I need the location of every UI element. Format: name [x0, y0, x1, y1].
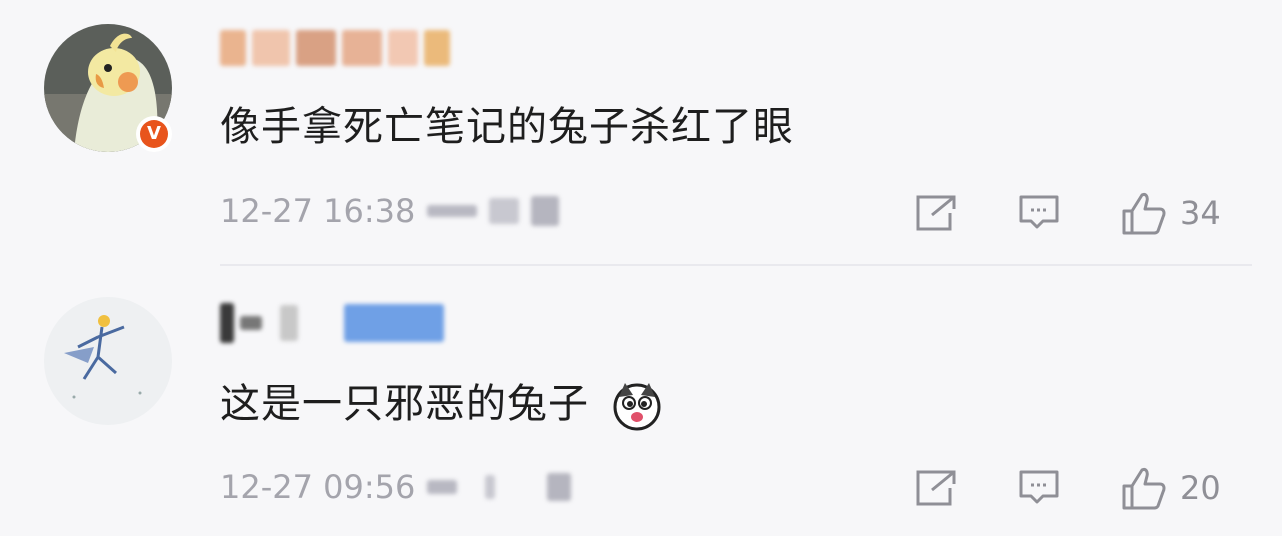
comment-bubble-icon — [1019, 195, 1059, 229]
location-blurred — [485, 475, 496, 499]
comment-text-content: 这是一只邪恶的兔子 — [220, 381, 589, 427]
thumbs-up-icon — [1122, 193, 1166, 235]
location-blurred — [547, 473, 572, 501]
reply-button[interactable] — [1017, 188, 1061, 238]
like-button[interactable]: 20 — [1120, 463, 1221, 513]
username-blurred[interactable] — [220, 301, 444, 345]
comment-bubble-icon — [1019, 470, 1059, 504]
location-blurred — [531, 196, 560, 226]
thumbs-up-icon — [1122, 468, 1166, 510]
location-blurred — [489, 198, 520, 224]
comment-actions: 34 — [862, 188, 1282, 238]
like-button[interactable]: 34 — [1120, 188, 1221, 238]
comment-text: 这是一只邪恶的兔子 — [220, 371, 663, 431]
share-button[interactable] — [914, 188, 958, 238]
comment-meta: 12-27 16:38 — [220, 192, 560, 230]
like-count: 34 — [1180, 194, 1221, 232]
comment-time: 12-27 16:38 — [220, 192, 416, 230]
location-blurred — [427, 480, 458, 494]
husky-face-emoji-icon — [613, 383, 661, 431]
username-blurred[interactable] — [220, 26, 450, 70]
user-avatar[interactable] — [44, 297, 172, 425]
comment-actions: 20 — [862, 463, 1282, 513]
comment-time: 12-27 09:56 — [220, 468, 416, 506]
share-arrow-icon — [916, 195, 956, 231]
sketch-figure-avatar-icon — [44, 297, 172, 425]
location-blurred — [427, 205, 478, 217]
verified-badge: V — [136, 116, 172, 152]
comment-text: 像手拿死亡笔记的兔子杀红了眼 — [220, 104, 794, 150]
reply-button[interactable] — [1017, 463, 1061, 513]
comment-item: 这是一只邪恶的兔子 12-27 09:56 20 — [0, 265, 1282, 536]
share-arrow-icon — [916, 470, 956, 506]
comment-meta: 12-27 09:56 — [220, 468, 572, 506]
like-count: 20 — [1180, 469, 1221, 507]
share-button[interactable] — [914, 463, 958, 513]
comment-item: V 像手拿死亡笔记的兔子杀红了眼 12-27 16:38 34 — [0, 0, 1282, 265]
verified-v-icon: V — [140, 120, 168, 148]
